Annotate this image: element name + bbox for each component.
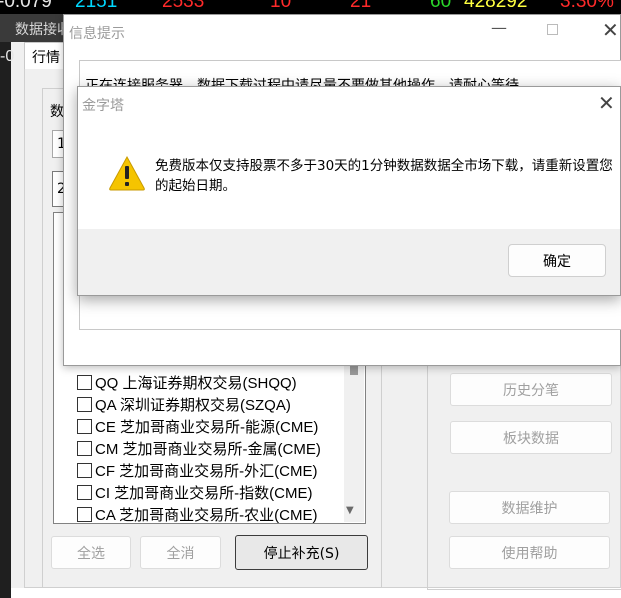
close-icon[interactable]: ✕ [598,91,615,115]
list-item[interactable]: CF 芝加哥商业交易所-外汇(CME) [77,459,317,481]
tab-market-data-label: 行情 [32,50,60,66]
ticker-value-price: 2151 [75,0,118,12]
list-item[interactable]: QA 深圳证券期权交易(SZQA) [77,393,291,415]
info-prompt-title: 信息提示 [69,26,125,42]
left-edge-dark: -0 [0,42,15,598]
history-trades-button[interactable]: 历史分笔 [450,373,612,406]
ticker-value-change: -0.079 [0,0,52,12]
list-item[interactable]: CE 芝加哥商业交易所-能源(CME) [77,415,318,437]
ticker-value-count-a: 10 [270,0,292,12]
list-item-label: QQ 上海证券期权交易(SHQQ) [95,374,297,392]
data-maintenance-button[interactable]: 数据维护 [449,491,610,524]
ticker-value-amount: 428292 [464,0,528,12]
sector-data-button[interactable]: 板块数据 [450,421,612,454]
alert-dialog-title: 金字塔 [82,98,124,114]
checkbox[interactable] [77,462,92,478]
select-all-button[interactable]: 全选 [51,536,131,569]
left-marker-text: -0 [0,48,15,65]
ticker-value-percent: 3.30% [560,0,614,12]
list-item[interactable]: CM 芝加哥商业交易所-金属(CME) [77,437,321,459]
list-item-label: CI 芝加哥商业交易所-指数(CME) [95,484,313,502]
list-item-label: QA 深圳证券期权交易(SZQA) [95,396,291,414]
checkbox[interactable] [77,484,92,500]
scroll-down-arrow-icon[interactable]: ▼ [346,505,354,516]
ticker-value-volume: 2533 [162,0,205,12]
ok-button[interactable]: 确定 [508,244,606,277]
quote-ticker-strip: -0.079 2151 2533 10 21 60 428292 3.30% [0,0,621,14]
list-item-label: CM 芝加哥商业交易所-金属(CME) [95,440,321,458]
list-item-label: CE 芝加哥商业交易所-能源(CME) [95,418,319,436]
list-item[interactable]: QQ 上海证券期权交易(SHQQ) [77,371,297,393]
ticker-value-count-c: 60 [430,0,452,12]
warning-icon [109,155,145,191]
ticker-value-count-b: 21 [350,0,372,12]
minimize-icon[interactable]: — [491,18,507,37]
alert-message: 免费版本仅支持股票不多于30天的1分钟数据数据全市场下载，请重新设置您的起始日期… [155,158,613,194]
checkbox[interactable] [77,396,92,412]
market-select-group-label: 数 [50,101,64,121]
close-icon[interactable]: ✕ [602,18,619,42]
market-list-scrollbar[interactable] [344,360,364,522]
list-item-label: CA 芝加哥商业交易所-农业(CME) [95,506,318,524]
checkbox[interactable] [77,506,92,522]
alert-dialog: 金字塔 ✕ 免费版本仅支持股票不多于30天的1分钟数据数据全市场下载，请重新设置… [77,86,621,296]
maximize-icon[interactable] [547,24,558,35]
checkbox[interactable] [77,418,92,434]
checkbox[interactable] [77,374,92,390]
deselect-all-button[interactable]: 全消 [140,536,221,569]
checkbox[interactable] [77,440,92,456]
help-button[interactable]: 使用帮助 [449,536,610,569]
list-item-label: CF 芝加哥商业交易所-外汇(CME) [95,462,318,480]
list-item[interactable]: CA 芝加哥商业交易所-农业(CME) [77,503,318,525]
list-item[interactable]: CI 芝加哥商业交易所-指数(CME) [77,481,313,503]
stop-supplement-button[interactable]: 停止补充(S) [235,535,368,570]
